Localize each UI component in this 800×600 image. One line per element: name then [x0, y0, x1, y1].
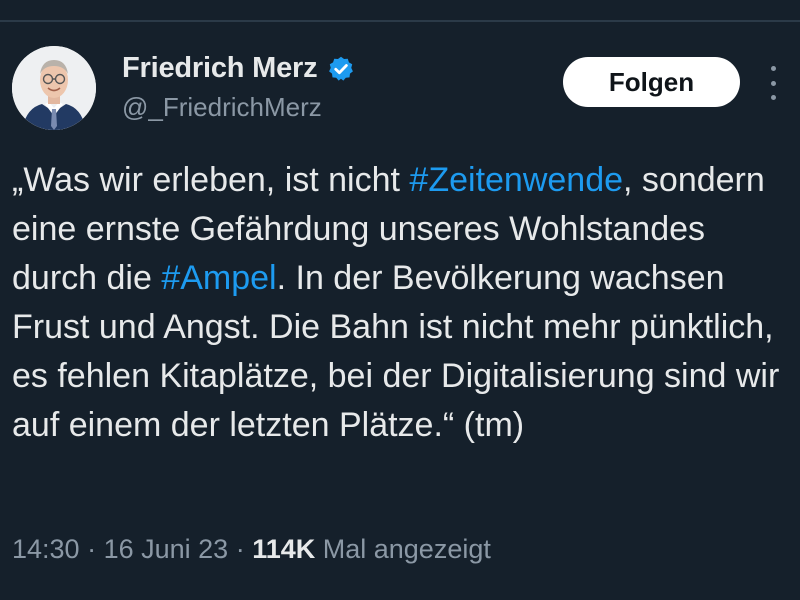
- tweet-time[interactable]: 14:30: [12, 534, 80, 564]
- author-name[interactable]: Friedrich Merz: [122, 52, 318, 85]
- author-handle[interactable]: @_FriedrichMerz: [122, 92, 322, 123]
- tweet-meta: 14:30 · 16 Juni 23 · 114K Mal angezeigt: [12, 534, 491, 565]
- avatar[interactable]: [12, 46, 96, 130]
- more-vertical-icon[interactable]: [762, 66, 784, 100]
- hashtag-link[interactable]: #Zeitenwende: [409, 161, 623, 199]
- tweet-text: „Was wir erleben, ist nicht #Zeitenwende…: [12, 156, 782, 450]
- tweet-card: Friedrich Merz @_FriedrichMerz Folgen „W…: [0, 0, 800, 600]
- follow-button[interactable]: Folgen: [563, 57, 740, 107]
- divider: [0, 20, 800, 22]
- tweet-text-segment: „Was wir erleben, ist nicht: [12, 161, 410, 199]
- meta-separator: ·: [228, 534, 253, 564]
- views-label: Mal angezeigt: [315, 534, 491, 564]
- hashtag-link[interactable]: #Ampel: [161, 259, 276, 297]
- author-name-row: Friedrich Merz: [122, 52, 355, 85]
- views-count[interactable]: 114K: [252, 534, 315, 564]
- meta-separator: ·: [79, 534, 104, 564]
- verified-badge-icon: [327, 55, 355, 83]
- tweet-date[interactable]: 16 Juni 23: [104, 534, 229, 564]
